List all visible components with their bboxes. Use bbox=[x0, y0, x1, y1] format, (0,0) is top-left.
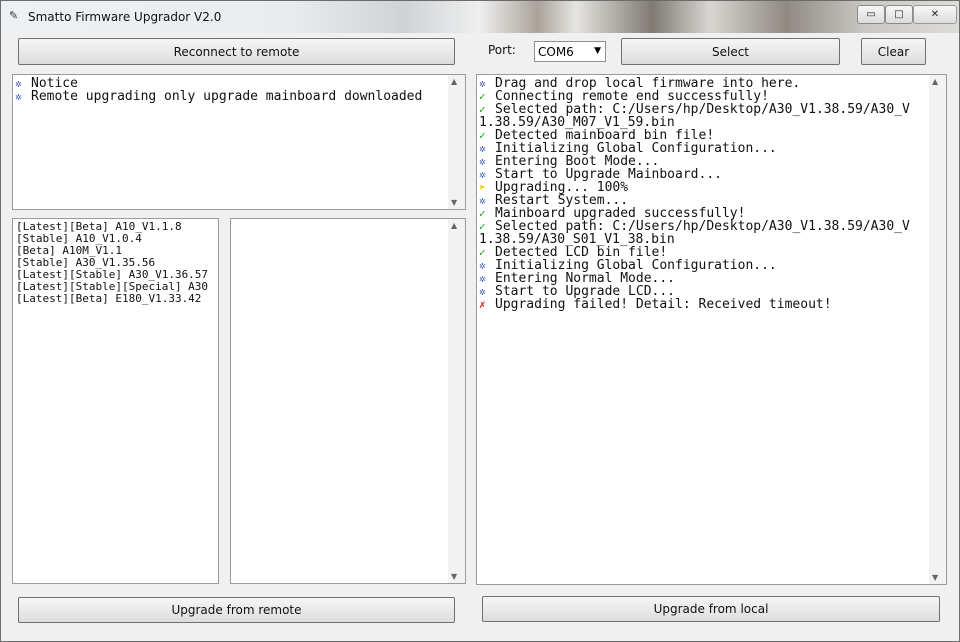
info-icon: ✲ bbox=[479, 272, 486, 285]
ok-icon: ✓ bbox=[479, 207, 486, 220]
port-value: COM6 bbox=[538, 45, 574, 59]
log-text: Upgrading failed! Detail: Received timeo… bbox=[495, 297, 832, 312]
scroll-up-icon[interactable]: ▲ bbox=[451, 77, 457, 86]
notice-log-pane[interactable]: ✲ Notice ✲ Remote upgrading only upgrade ma… bbox=[12, 74, 466, 210]
log-line: ✲ Remote upgrading only upgrade mainboard… bbox=[15, 90, 422, 103]
upgrade-from-local-button[interactable]: Upgrade from local bbox=[482, 596, 940, 622]
close-button[interactable]: ✕ bbox=[913, 5, 957, 24]
app-window: ✎ Smatto Firmware Upgrador V2.0 ▭ □ ✕ Re… bbox=[0, 0, 960, 642]
info-icon: ✲ bbox=[479, 77, 486, 90]
info-icon: ✲ bbox=[479, 168, 486, 181]
main-log-pane[interactable]: ✲ Drag and drop local firmware into here.… bbox=[476, 74, 947, 585]
port-label: Port: bbox=[488, 43, 516, 57]
firmware-detail-pane[interactable]: ▲ ▼ bbox=[230, 218, 466, 584]
notice-log: ✲ Notice ✲ Remote upgrading only upgrade ma… bbox=[15, 77, 422, 103]
err-icon: ✗ bbox=[479, 298, 486, 311]
info-icon: ✲ bbox=[479, 142, 486, 155]
close-icon: ✕ bbox=[930, 9, 940, 20]
maximize-icon: □ bbox=[894, 9, 904, 20]
scroll-down-icon[interactable]: ▼ bbox=[932, 573, 938, 582]
info-icon: ✲ bbox=[479, 259, 486, 272]
info-icon: ✲ bbox=[479, 155, 486, 168]
info-icon: ✲ bbox=[15, 90, 22, 103]
scroll-down-icon[interactable]: ▼ bbox=[451, 572, 457, 581]
scroll-up-icon[interactable]: ▲ bbox=[451, 221, 457, 230]
info-icon: ✲ bbox=[479, 194, 486, 207]
app-icon: ✎ bbox=[9, 9, 19, 22]
log-text: Remote upgrading only upgrade mainboard … bbox=[31, 89, 423, 104]
clear-button[interactable]: Clear bbox=[861, 38, 926, 65]
list-item[interactable]: [Latest][Beta] E180_V1.33.42 bbox=[16, 293, 208, 305]
scroll-down-icon[interactable]: ▼ bbox=[451, 198, 457, 207]
minimize-button[interactable]: ▭ bbox=[857, 5, 885, 24]
port-select[interactable]: COM6 ▼ bbox=[534, 41, 606, 62]
detail-scrollbar[interactable]: ▲ ▼ bbox=[448, 219, 465, 583]
firmware-list-pane[interactable]: [Latest][Beta] A10_V1.1.8 [Stable] A10_V1… bbox=[12, 218, 219, 584]
chevron-down-icon: ▼ bbox=[594, 46, 601, 56]
title-bar[interactable]: ✎ Smatto Firmware Upgrador V2.0 ▭ □ ✕ bbox=[1, 1, 959, 33]
firmware-list: [Latest][Beta] A10_V1.1.8 [Stable] A10_V1… bbox=[16, 221, 208, 305]
maximize-button[interactable]: □ bbox=[885, 5, 913, 24]
log-line: ✗ Upgrading failed! Detail: Received time… bbox=[479, 298, 910, 311]
ok-icon: ✓ bbox=[479, 246, 486, 259]
reconnect-button[interactable]: Reconnect to remote bbox=[18, 38, 455, 65]
ok-icon: ✓ bbox=[479, 90, 486, 103]
ok-icon: ✓ bbox=[479, 129, 486, 142]
window-title: Smatto Firmware Upgrador V2.0 bbox=[28, 10, 222, 24]
minimize-icon: ▭ bbox=[866, 9, 876, 20]
upgrade-from-remote-button[interactable]: Upgrade from remote bbox=[18, 597, 455, 623]
info-icon: ✲ bbox=[15, 77, 22, 90]
select-button[interactable]: Select bbox=[621, 38, 840, 65]
warn-icon: ➤ bbox=[479, 181, 486, 194]
info-icon: ✲ bbox=[479, 285, 486, 298]
scroll-up-icon[interactable]: ▲ bbox=[932, 77, 938, 86]
main-log-scrollbar[interactable]: ▲ ▼ bbox=[929, 75, 946, 584]
notice-scrollbar[interactable]: ▲ ▼ bbox=[448, 75, 465, 209]
main-log: ✲ Drag and drop local firmware into here.… bbox=[479, 77, 910, 311]
